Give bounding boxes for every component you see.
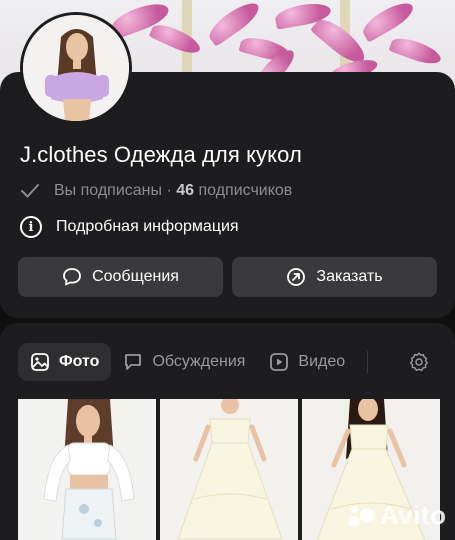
details-label: Подробная информация bbox=[56, 218, 239, 235]
tab-divider bbox=[367, 351, 369, 373]
flower-petal bbox=[148, 19, 204, 59]
tab-label: Фото bbox=[59, 353, 100, 370]
watermark-text: Avito bbox=[380, 500, 447, 530]
photo-thumbnail[interactable] bbox=[160, 399, 298, 540]
order-label: Заказать bbox=[316, 268, 383, 285]
order-button[interactable]: Заказать bbox=[232, 257, 437, 297]
message-icon bbox=[63, 268, 81, 286]
tab-photos[interactable]: Фото bbox=[18, 343, 112, 381]
photo-thumbnail[interactable] bbox=[18, 399, 156, 540]
chat-icon bbox=[125, 354, 142, 370]
page-title: J.clothes Одежда для кукол bbox=[20, 142, 302, 167]
info-icon: i bbox=[20, 216, 42, 238]
doll-ball-gown-photo bbox=[160, 399, 298, 540]
doll-avatar-image bbox=[23, 15, 129, 121]
avatar[interactable] bbox=[20, 12, 132, 124]
flower-petal bbox=[358, 0, 418, 43]
video-icon bbox=[270, 353, 289, 371]
doll-white-top-photo bbox=[18, 399, 156, 540]
messages-button[interactable]: Сообщения bbox=[18, 257, 223, 297]
image-icon bbox=[31, 353, 49, 371]
subscribers-count: 46 bbox=[176, 182, 195, 199]
messages-label: Сообщения bbox=[92, 268, 179, 285]
details-link[interactable]: i Подробная информация bbox=[20, 216, 239, 238]
gear-icon[interactable] bbox=[408, 351, 430, 373]
tab-video[interactable]: Видео bbox=[257, 343, 357, 381]
tab-label: Видео bbox=[298, 353, 346, 370]
avito-watermark: Avito bbox=[348, 500, 447, 531]
subscribers-label: подписчиков bbox=[198, 182, 293, 199]
subscribed-label: Вы подписаны · bbox=[54, 182, 172, 199]
avito-logo-icon bbox=[348, 504, 376, 528]
flower-petal bbox=[388, 33, 444, 69]
tab-discussions[interactable]: Обсуждения bbox=[111, 343, 257, 381]
arrow-up-right-circle-icon bbox=[287, 268, 306, 286]
tab-bar: Фото Обсуждения Видео bbox=[18, 343, 378, 381]
tab-label: Обсуждения bbox=[152, 353, 246, 370]
subscription-status[interactable]: Вы подписаны · 46 подписчиков bbox=[20, 182, 292, 200]
check-icon bbox=[21, 184, 39, 198]
